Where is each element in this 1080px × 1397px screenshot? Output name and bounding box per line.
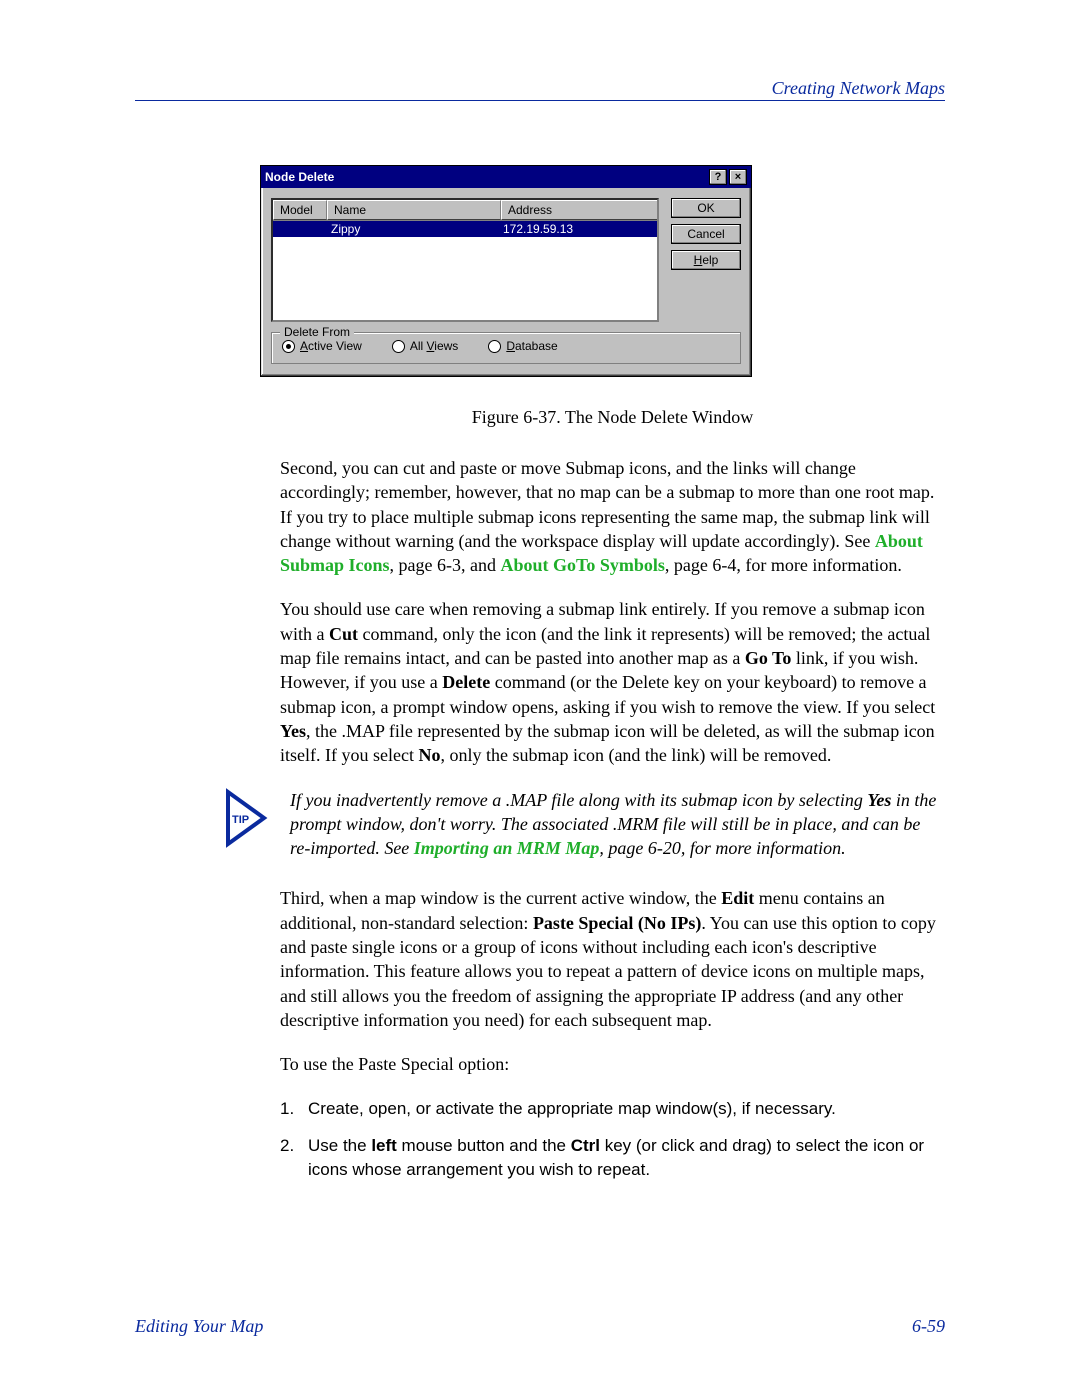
list-number: 1. bbox=[280, 1097, 308, 1121]
dialog-titlebar: Node Delete ? × bbox=[261, 166, 751, 188]
text: , page 6-3, and bbox=[390, 555, 501, 575]
col-name: Name bbox=[327, 200, 501, 220]
paragraph-third: Third, when a map window is the current … bbox=[280, 886, 945, 1032]
tip-icon: TIP bbox=[220, 788, 270, 861]
header-chapter: Creating Network Maps bbox=[772, 78, 945, 99]
accel-d: D bbox=[506, 339, 515, 353]
list-item: 1. Create, open, or activate the appropr… bbox=[280, 1097, 945, 1121]
radio-active-view[interactable]: Active View bbox=[282, 339, 362, 353]
paragraph-cut-delete: You should use care when removing a subm… bbox=[280, 597, 945, 767]
bold-cut: Cut bbox=[329, 624, 358, 644]
header-rule bbox=[135, 100, 945, 101]
list-text: Use the left mouse button and the Ctrl k… bbox=[308, 1134, 945, 1182]
page-number: 6-59 bbox=[912, 1316, 945, 1337]
radio-db-label: atabase bbox=[515, 339, 558, 353]
col-address: Address bbox=[501, 200, 657, 220]
bold-no: No bbox=[418, 745, 440, 765]
list-item: 2. Use the left mouse button and the Ctr… bbox=[280, 1134, 945, 1182]
paragraph-to-use: To use the Paste Special option: bbox=[280, 1052, 945, 1076]
bold-yes: Yes bbox=[867, 790, 891, 810]
text: , page 6-4, for more information. bbox=[665, 555, 902, 575]
text: , page 6-20, for more information. bbox=[599, 838, 845, 858]
bold-left: left bbox=[371, 1136, 397, 1155]
close-icon[interactable]: × bbox=[729, 169, 747, 185]
tip-label: TIP bbox=[232, 814, 249, 826]
link-about-goto-symbols[interactable]: About GoTo Symbols bbox=[501, 555, 665, 575]
bold-paste-special: Paste Special (No IPs) bbox=[533, 913, 701, 933]
accel-a: A bbox=[300, 339, 308, 353]
text: , only the submap icon (and the link) wi… bbox=[440, 745, 831, 765]
dialog-body: Model Name Address Zippy 172.19.59.13 OK… bbox=[261, 188, 751, 332]
bold-delete: Delete bbox=[442, 672, 490, 692]
col-model: Model bbox=[273, 200, 327, 220]
node-list[interactable]: Model Name Address Zippy 172.19.59.13 bbox=[271, 198, 659, 322]
tip-text: If you inadvertently remove a .MAP file … bbox=[290, 788, 945, 861]
link-importing-mrm-map[interactable]: Importing an MRM Map bbox=[414, 838, 600, 858]
text: Third, when a map window is the current … bbox=[280, 888, 721, 908]
radio-database[interactable]: Database bbox=[488, 339, 557, 353]
radio-dot-icon bbox=[282, 340, 295, 353]
text: If you inadvertently remove a .MAP file … bbox=[290, 790, 867, 810]
text: Use the bbox=[308, 1136, 371, 1155]
bold-edit: Edit bbox=[721, 888, 754, 908]
cancel-button[interactable]: Cancel bbox=[671, 224, 741, 244]
radio-dot-icon bbox=[488, 340, 501, 353]
list-text: Create, open, or activate the appropriat… bbox=[308, 1097, 945, 1121]
list-row[interactable]: Zippy 172.19.59.13 bbox=[273, 221, 657, 237]
radio-active-label: ctive View bbox=[308, 339, 362, 353]
figure-caption: Figure 6-37. The Node Delete Window bbox=[280, 407, 945, 428]
help-accel: H bbox=[694, 253, 703, 267]
list-number: 2. bbox=[280, 1134, 308, 1182]
radio-all-pre: All bbox=[410, 339, 427, 353]
radio-all-label: iews bbox=[434, 339, 458, 353]
ok-button[interactable]: OK bbox=[671, 198, 741, 218]
bold-goto: Go To bbox=[745, 648, 792, 668]
paragraph-second: Second, you can cut and paste or move Su… bbox=[280, 456, 945, 577]
footer-section: Editing Your Map bbox=[135, 1316, 263, 1337]
text: Second, you can cut and paste or move Su… bbox=[280, 458, 934, 551]
dialog-buttons: OK Cancel Help bbox=[671, 198, 741, 322]
cell-model bbox=[273, 221, 325, 237]
list-header: Model Name Address bbox=[273, 200, 657, 221]
tip-block: TIP If you inadvertently remove a .MAP f… bbox=[280, 788, 945, 861]
delete-from-group: Delete From Active View All Views Databa… bbox=[271, 332, 741, 364]
cell-name: Zippy bbox=[325, 221, 497, 237]
bold-yes: Yes bbox=[280, 721, 306, 741]
bold-ctrl: Ctrl bbox=[571, 1136, 600, 1155]
cell-address: 172.19.59.13 bbox=[497, 221, 657, 237]
ordered-list: 1. Create, open, or activate the appropr… bbox=[280, 1097, 945, 1182]
dialog-title-text: Node Delete bbox=[265, 170, 707, 184]
radio-dot-icon bbox=[392, 340, 405, 353]
group-label: Delete From bbox=[280, 325, 354, 339]
help-button[interactable]: Help bbox=[671, 250, 741, 270]
text: mouse button and the bbox=[397, 1136, 571, 1155]
help-icon[interactable]: ? bbox=[709, 169, 727, 185]
radio-all-views[interactable]: All Views bbox=[392, 339, 458, 353]
node-delete-dialog: Node Delete ? × Model Name Address Zippy… bbox=[260, 165, 752, 377]
